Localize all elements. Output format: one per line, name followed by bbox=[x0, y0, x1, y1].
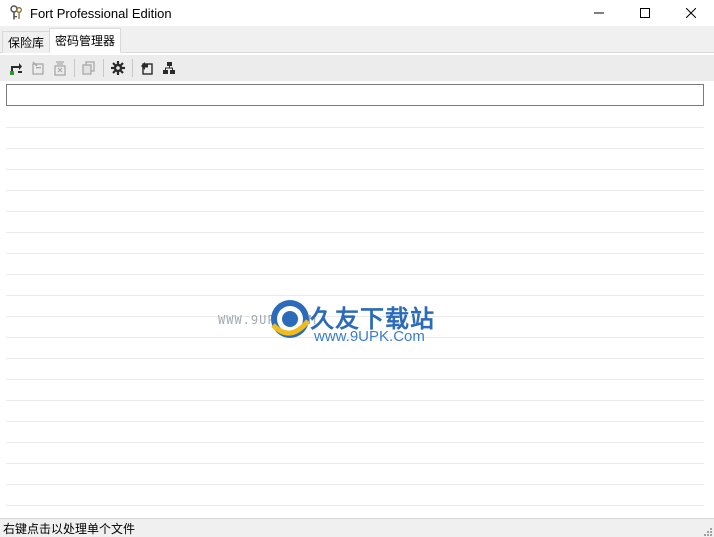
network-button[interactable] bbox=[158, 57, 180, 79]
watermark-logo-icon bbox=[271, 300, 310, 338]
settings-icon bbox=[111, 61, 125, 75]
status-bar: 右键点击以处理单个文件 bbox=[0, 518, 714, 537]
toolbar-separator bbox=[103, 59, 104, 77]
toolbar-separator bbox=[132, 59, 133, 77]
refresh-add-button[interactable] bbox=[5, 57, 27, 79]
import-button[interactable] bbox=[136, 57, 158, 79]
watermark-site: www.9UPK.Com bbox=[314, 328, 425, 345]
tab-vault[interactable]: 保险库 bbox=[2, 31, 51, 53]
watermark: WWW.9UPK.COM 久友下载站 www.9UPK.Com bbox=[218, 291, 466, 357]
close-icon bbox=[686, 8, 696, 18]
network-icon bbox=[163, 62, 175, 74]
edit-button[interactable] bbox=[27, 57, 49, 79]
window-title: Fort Professional Edition bbox=[30, 5, 172, 21]
copy-icon bbox=[82, 61, 95, 75]
resize-grip-icon[interactable] bbox=[702, 526, 712, 536]
tab-vault-label: 保险库 bbox=[8, 36, 45, 50]
tab-password-manager-label: 密码管理器 bbox=[55, 34, 116, 48]
minimize-button[interactable] bbox=[576, 0, 622, 26]
refresh-add-icon bbox=[10, 63, 22, 75]
password-manager-panel: WWW.9UPK.COM 久友下载站 www.9UPK.Com bbox=[0, 53, 714, 518]
title-bar: Fort Professional Edition bbox=[0, 0, 714, 26]
status-text: 右键点击以处理单个文件 bbox=[3, 521, 136, 536]
maximize-button[interactable] bbox=[622, 0, 668, 26]
minimize-icon bbox=[594, 12, 604, 14]
toolbar bbox=[0, 55, 714, 81]
edit-icon bbox=[32, 61, 44, 75]
app-keys-icon bbox=[8, 5, 24, 21]
toolbar-separator bbox=[74, 59, 75, 77]
search-input[interactable] bbox=[6, 84, 704, 106]
import-icon bbox=[141, 62, 153, 75]
delete-button[interactable] bbox=[49, 57, 71, 79]
maximize-icon bbox=[640, 8, 650, 18]
copy-button[interactable] bbox=[78, 57, 100, 79]
delete-icon bbox=[54, 61, 66, 76]
tab-password-manager[interactable]: 密码管理器 bbox=[49, 28, 122, 53]
tab-strip: 保险库 密码管理器 bbox=[0, 27, 714, 53]
close-button[interactable] bbox=[668, 0, 714, 26]
settings-button[interactable] bbox=[107, 57, 129, 79]
